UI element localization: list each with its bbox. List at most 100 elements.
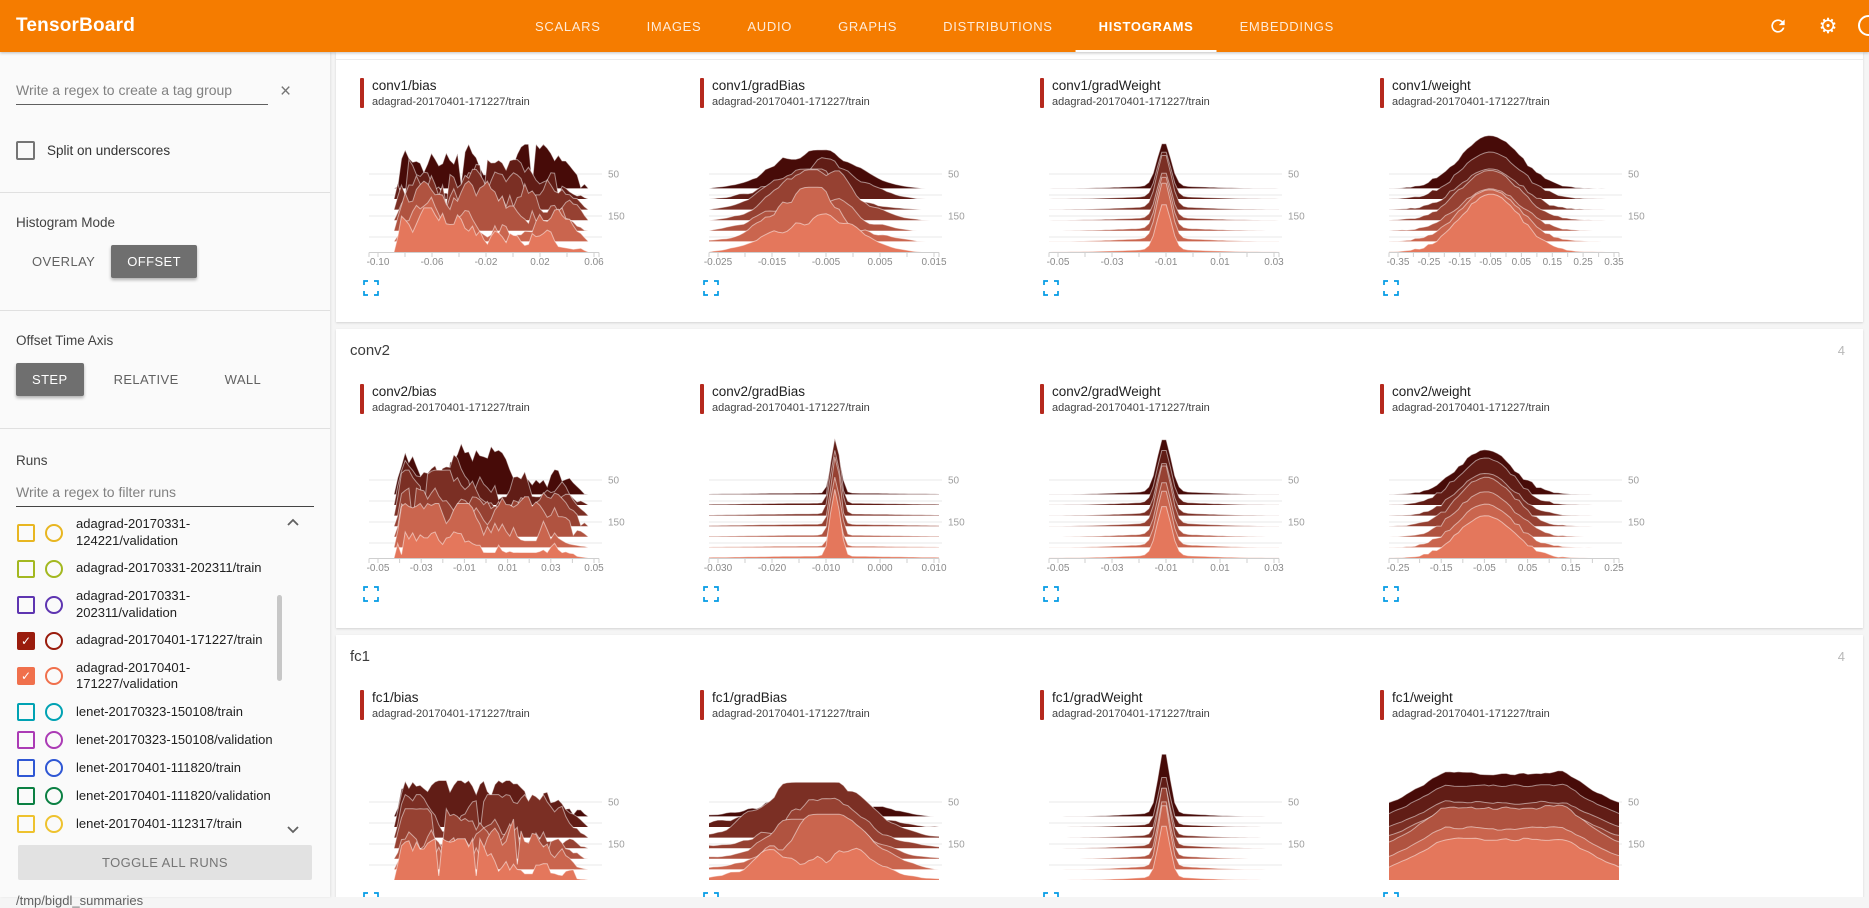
run-checkbox[interactable] bbox=[17, 703, 35, 721]
run-row: adagrad-20170331-202311/train bbox=[0, 555, 330, 583]
runs-list: adagrad-20170331-124221/validationadagra… bbox=[0, 511, 330, 841]
overlay-button[interactable]: OVERLAY bbox=[16, 245, 111, 278]
charts-row: fc1/biasadagrad-20170401-171227/train501… bbox=[336, 672, 1863, 897]
svg-text:0.03: 0.03 bbox=[1264, 257, 1284, 268]
expand-icon[interactable] bbox=[703, 586, 719, 602]
runs-filter-input[interactable] bbox=[16, 480, 314, 507]
run-color-circle[interactable] bbox=[45, 815, 63, 833]
tag-filter-input[interactable] bbox=[16, 78, 268, 105]
run-color-bar bbox=[360, 384, 364, 414]
svg-text:50: 50 bbox=[608, 170, 620, 181]
tab-distributions[interactable]: DISTRIBUTIONS bbox=[920, 0, 1076, 52]
run-color-circle[interactable] bbox=[45, 703, 63, 721]
chart-title: conv1/bias bbox=[372, 78, 530, 93]
help-icon[interactable] bbox=[1858, 15, 1869, 36]
relative-button[interactable]: RELATIVE bbox=[98, 363, 195, 396]
split-underscores-checkbox[interactable] bbox=[16, 141, 35, 160]
svg-text:-0.15: -0.15 bbox=[1448, 257, 1471, 268]
svg-text:150: 150 bbox=[608, 518, 625, 529]
run-checkbox[interactable]: ✓ bbox=[17, 667, 35, 685]
group-header[interactable]: fc14 bbox=[336, 635, 1863, 672]
scroll-down-icon[interactable] bbox=[286, 825, 300, 835]
svg-text:-0.05: -0.05 bbox=[1047, 257, 1070, 268]
run-label: lenet-20170401-111820/train bbox=[76, 760, 288, 777]
tab-histograms[interactable]: HISTOGRAMS bbox=[1076, 0, 1217, 52]
chart-title: fc1/bias bbox=[372, 690, 530, 705]
chart-card-conv2-bias: conv2/biasadagrad-20170401-171227/train5… bbox=[338, 366, 678, 602]
refresh-icon[interactable] bbox=[1767, 15, 1789, 37]
group-header[interactable]: conv24 bbox=[336, 329, 1863, 366]
toggle-all-runs-button[interactable]: TOGGLE ALL RUNS bbox=[18, 845, 312, 880]
run-checkbox[interactable] bbox=[17, 759, 35, 777]
tab-images[interactable]: IMAGES bbox=[624, 0, 725, 52]
divider bbox=[0, 310, 330, 311]
svg-text:0.03: 0.03 bbox=[541, 563, 561, 574]
chart-run-subtitle: adagrad-20170401-171227/train bbox=[1052, 708, 1210, 720]
run-color-circle[interactable] bbox=[45, 787, 63, 805]
run-color-circle[interactable] bbox=[45, 759, 63, 777]
run-color-circle[interactable] bbox=[45, 560, 63, 578]
svg-text:150: 150 bbox=[948, 212, 965, 223]
charts-row: conv1/bias adagrad-20170401-171227/train 5… bbox=[336, 60, 1863, 322]
expand-icon[interactable] bbox=[1383, 892, 1399, 897]
chart-title-block: conv2/gradBiasadagrad-20170401-171227/tr… bbox=[712, 384, 870, 414]
svg-text:150: 150 bbox=[608, 840, 625, 851]
chart-title-block: fc1/bias adagrad-20170401-171227/train bbox=[372, 690, 530, 720]
tab-graphs[interactable]: GRAPHS bbox=[815, 0, 920, 52]
expand-icon[interactable] bbox=[363, 280, 379, 296]
step-button[interactable]: STEP bbox=[16, 363, 84, 396]
run-checkbox[interactable] bbox=[17, 596, 35, 614]
run-color-circle[interactable] bbox=[45, 596, 63, 614]
run-color-circle[interactable] bbox=[45, 632, 63, 650]
chart-title-row: fc1/bias adagrad-20170401-171227/train bbox=[360, 690, 678, 720]
run-color-circle[interactable] bbox=[45, 524, 63, 542]
run-color-circle[interactable] bbox=[45, 731, 63, 749]
svg-text:0.06: 0.06 bbox=[584, 257, 604, 268]
expand-icon[interactable] bbox=[1043, 586, 1059, 602]
chart-title-row: conv2/biasadagrad-20170401-171227/train bbox=[360, 384, 678, 414]
run-checkbox[interactable] bbox=[17, 524, 35, 542]
expand-icon[interactable] bbox=[1043, 280, 1059, 296]
scroll-up-icon[interactable] bbox=[286, 517, 300, 527]
expand-icon[interactable] bbox=[1043, 892, 1059, 897]
chart-run-subtitle: adagrad-20170401-171227/train bbox=[372, 708, 530, 720]
run-checkbox[interactable] bbox=[17, 731, 35, 749]
chart-title: conv1/gradWeight bbox=[1052, 78, 1210, 93]
histogram-plot: 50150-0.35-0.25-0.15-0.050.050.150.250.3… bbox=[1374, 114, 1654, 270]
wall-button[interactable]: WALL bbox=[209, 363, 278, 396]
run-color-bar bbox=[1380, 78, 1384, 108]
run-checkbox[interactable] bbox=[17, 787, 35, 805]
run-color-bar bbox=[360, 78, 364, 108]
run-color-bar bbox=[700, 690, 704, 720]
svg-text:0.01: 0.01 bbox=[1210, 257, 1230, 268]
expand-icon[interactable] bbox=[363, 892, 379, 897]
expand-icon[interactable] bbox=[703, 280, 719, 296]
chart-title-block: fc1/gradBiasadagrad-20170401-171227/trai… bbox=[712, 690, 870, 720]
run-checkbox[interactable]: ✓ bbox=[17, 632, 35, 650]
svg-text:0.010: 0.010 bbox=[921, 563, 946, 574]
tab-audio[interactable]: AUDIO bbox=[724, 0, 815, 52]
run-checkbox[interactable] bbox=[17, 560, 35, 578]
nav-tabs: SCALARS IMAGES AUDIO GRAPHS DISTRIBUTION… bbox=[512, 0, 1357, 52]
run-color-circle[interactable] bbox=[45, 667, 63, 685]
run-checkbox[interactable] bbox=[17, 815, 35, 833]
expand-icon[interactable] bbox=[363, 586, 379, 602]
runs-scrollbar-thumb[interactable] bbox=[277, 595, 282, 681]
clear-tag-filter-icon[interactable]: × bbox=[280, 82, 291, 101]
svg-text:50: 50 bbox=[1628, 170, 1640, 181]
app-title: TensorBoard bbox=[16, 15, 135, 37]
expand-icon[interactable] bbox=[1383, 586, 1399, 602]
chart-title: conv2/bias bbox=[372, 384, 530, 399]
svg-text:50: 50 bbox=[948, 476, 960, 487]
chart-title-block: conv1/weightadagrad-20170401-171227/trai… bbox=[1392, 78, 1550, 108]
tab-embeddings[interactable]: EMBEDDINGS bbox=[1217, 0, 1357, 52]
run-color-bar bbox=[360, 690, 364, 720]
expand-icon[interactable] bbox=[1383, 280, 1399, 296]
svg-text:-0.03: -0.03 bbox=[1101, 257, 1124, 268]
tab-scalars[interactable]: SCALARS bbox=[512, 0, 624, 52]
settings-icon[interactable]: ⚙ bbox=[1817, 15, 1839, 37]
expand-icon[interactable] bbox=[703, 892, 719, 897]
chart-run-subtitle: adagrad-20170401-171227/train bbox=[1052, 96, 1210, 108]
svg-text:0.000: 0.000 bbox=[867, 563, 892, 574]
offset-button[interactable]: OFFSET bbox=[111, 245, 197, 278]
